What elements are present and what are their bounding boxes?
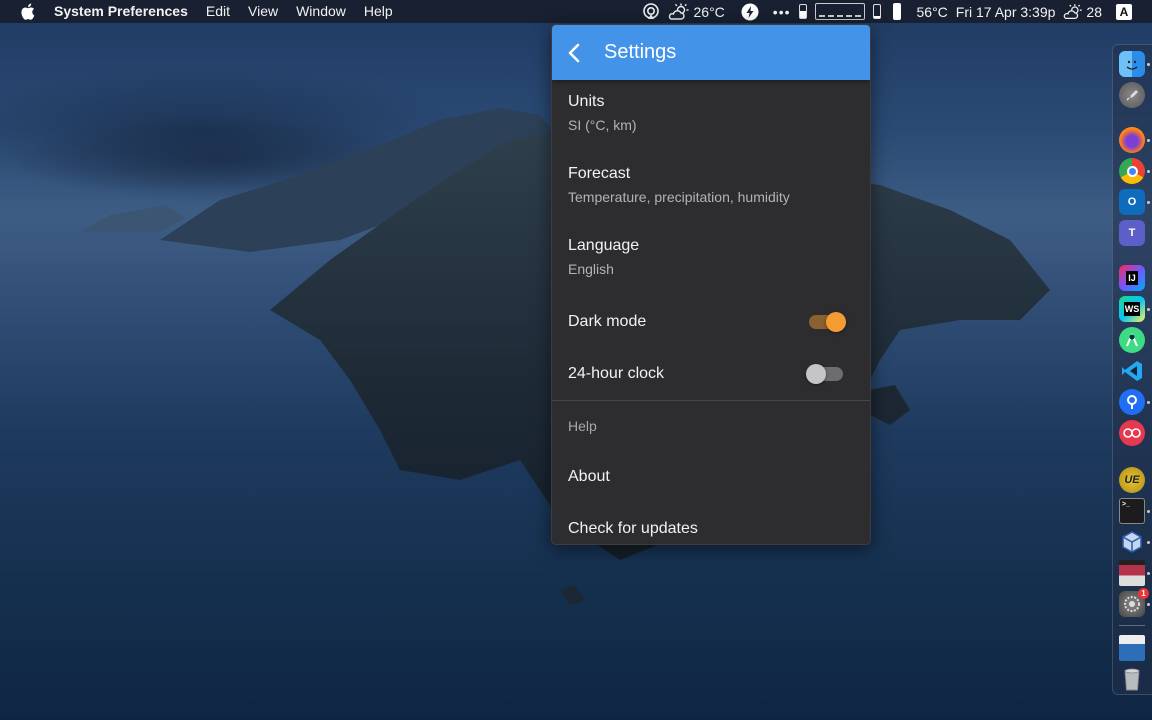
check-for-updates-label: Check for updates <box>568 520 698 537</box>
screenshot-editor-icon[interactable] <box>1119 560 1145 586</box>
vscode-icon[interactable] <box>1119 358 1145 384</box>
weather-status-2[interactable]: 28 <box>1059 3 1106 21</box>
about-label: About <box>568 468 610 485</box>
toggle-thumb <box>826 312 846 332</box>
chrome-icon[interactable] <box>1119 158 1145 184</box>
downloads-folder-icon[interactable] <box>1119 635 1145 661</box>
memory-graph[interactable] <box>811 3 869 20</box>
input-source-indicator[interactable]: A <box>1112 3 1136 20</box>
outlook-icon[interactable]: O <box>1119 189 1145 215</box>
setting-language[interactable]: Language English <box>552 224 870 296</box>
trash-icon[interactable] <box>1119 666 1145 692</box>
dock: O T IJ WS UE >_ 1 <box>1112 44 1152 695</box>
notification-badge: 1 <box>1138 588 1149 599</box>
dock-separator <box>1119 625 1145 626</box>
setting-forecast-label: Forecast <box>568 165 631 182</box>
disk-indicator[interactable] <box>869 4 885 19</box>
ultraedit-icon[interactable]: UE <box>1119 467 1145 493</box>
battery-indicator-small[interactable] <box>795 4 811 19</box>
power-bolt-icon[interactable] <box>737 3 763 21</box>
setting-dark-mode[interactable]: Dark mode <box>552 296 870 348</box>
chevron-left-icon <box>568 43 580 62</box>
virtualbox-icon[interactable] <box>1119 529 1145 555</box>
menu-window[interactable]: Window <box>287 0 355 23</box>
finder-icon[interactable] <box>1119 51 1145 77</box>
running-indicator <box>1147 541 1150 544</box>
webstorm-icon[interactable]: WS <box>1119 296 1145 322</box>
about-item[interactable]: About <box>552 451 870 503</box>
running-indicator <box>1147 201 1150 204</box>
terminal-icon[interactable]: >_ <box>1119 498 1145 524</box>
weather-temp-2: 28 <box>1086 3 1102 20</box>
android-studio-icon[interactable] <box>1119 327 1145 353</box>
more-icon[interactable]: ••• <box>769 4 795 20</box>
running-indicator <box>1147 139 1150 142</box>
flickr-icon[interactable] <box>1119 420 1145 446</box>
settings-title: Settings <box>604 41 677 63</box>
running-indicator <box>1147 510 1150 513</box>
airplay-icon[interactable] <box>638 2 664 21</box>
24-hour-clock-toggle[interactable] <box>806 362 846 386</box>
check-for-updates-item[interactable]: Check for updates <box>552 503 870 544</box>
setting-language-label: Language <box>568 237 640 254</box>
system-preferences-icon[interactable]: 1 <box>1119 588 1149 617</box>
menu-view[interactable]: View <box>239 0 287 23</box>
settings-window: Settings Units SI (°C, km) Forecast Temp… <box>551 24 871 545</box>
setting-units-value: SI (°C, km) <box>568 117 637 133</box>
weather-temp: 26°C <box>693 3 725 20</box>
back-button[interactable] <box>552 25 596 80</box>
running-indicator <box>1147 63 1150 66</box>
setting-units-label: Units <box>568 93 605 110</box>
setting-units[interactable]: Units SI (°C, km) <box>552 80 870 152</box>
cpu-temp[interactable]: 56°C <box>913 4 952 20</box>
dark-mode-label: Dark mode <box>568 313 647 330</box>
weather-status[interactable]: 26°C <box>664 3 729 21</box>
launchpad-icon[interactable] <box>1119 82 1145 108</box>
sourcetree-icon[interactable] <box>1119 389 1145 415</box>
input-source-label: A <box>1116 3 1132 20</box>
clock[interactable]: Fri 17 Apr 3:39p <box>952 4 1060 20</box>
running-indicator <box>1147 401 1150 404</box>
running-indicator <box>1147 572 1150 575</box>
teams-icon[interactable]: T <box>1119 220 1145 246</box>
running-indicator <box>1147 170 1150 173</box>
setting-24-hour-clock[interactable]: 24-hour clock <box>552 348 870 400</box>
battery-full-icon[interactable] <box>889 3 905 20</box>
setting-language-value: English <box>568 261 614 277</box>
dark-mode-toggle[interactable] <box>806 310 846 334</box>
running-indicator <box>1147 603 1150 606</box>
menu-edit[interactable]: Edit <box>197 0 239 23</box>
menu-help[interactable]: Help <box>355 0 402 23</box>
partly-cloudy-icon-2 <box>1064 3 1083 19</box>
apple-menu-icon[interactable] <box>20 3 40 20</box>
setting-forecast-value: Temperature, precipitation, humidity <box>568 189 790 205</box>
partly-cloudy-icon <box>668 3 689 20</box>
firefox-icon[interactable] <box>1119 127 1145 153</box>
menu-bar: System Preferences Edit View Window Help… <box>0 0 1152 23</box>
menu-app-name[interactable]: System Preferences <box>54 0 197 23</box>
settings-header: Settings <box>552 25 870 80</box>
setting-forecast[interactable]: Forecast Temperature, precipitation, hum… <box>552 152 870 224</box>
running-indicator <box>1147 308 1150 311</box>
toggle-thumb <box>806 364 826 384</box>
help-section-header: Help <box>568 418 597 434</box>
intellij-icon[interactable]: IJ <box>1119 265 1145 291</box>
24-hour-clock-label: 24-hour clock <box>568 365 665 382</box>
